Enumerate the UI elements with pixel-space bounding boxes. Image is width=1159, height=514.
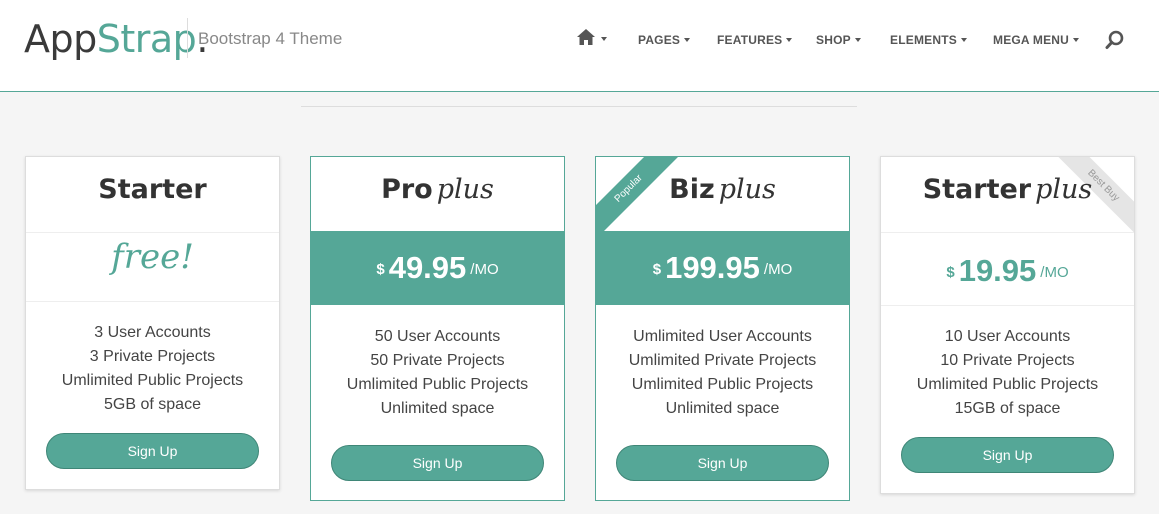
price-period: /MO xyxy=(763,261,793,278)
sign-up-button[interactable]: Sign Up xyxy=(331,445,544,481)
feature-item: 5GB of space xyxy=(104,396,201,413)
nav-label: SHOP xyxy=(816,33,851,47)
feature-list: Umlimited User Accounts Umlimited Privat… xyxy=(596,325,849,421)
price-band: $49.95/MO xyxy=(311,231,564,305)
feature-item: 3 User Accounts xyxy=(94,324,211,341)
chevron-down-icon xyxy=(684,37,691,42)
nav-item-shop[interactable]: SHOP xyxy=(816,33,861,47)
plan-name: Pro xyxy=(381,174,433,205)
section-divider xyxy=(301,106,857,107)
site-header: AppStrap. Bootstrap 4 Theme PAGES FEATUR… xyxy=(0,0,1159,92)
plan-title: Starter plus xyxy=(881,174,1134,205)
nav-item-mega-menu[interactable]: MEGA MENU xyxy=(993,33,1080,47)
price-currency: $ xyxy=(652,261,662,278)
plan-title: Starter xyxy=(26,174,279,205)
feature-item: 10 Private Projects xyxy=(940,352,1075,369)
chevron-down-icon xyxy=(601,37,607,41)
plan-title: Pro plus xyxy=(311,174,564,205)
price-block: $19.95/MO xyxy=(881,247,1134,295)
sign-up-button[interactable]: Sign Up xyxy=(616,445,829,481)
feature-list: 10 User Accounts 10 Private Projects Uml… xyxy=(881,325,1134,421)
feature-item: 50 Private Projects xyxy=(370,352,505,369)
feature-item: Umlimited Public Projects xyxy=(346,376,529,393)
nav-label: MEGA MENU xyxy=(993,33,1070,47)
nav-label: FEATURES xyxy=(717,33,783,47)
price-period: /MO xyxy=(470,261,499,278)
nav-home[interactable] xyxy=(576,28,612,48)
price-amount: 199.95 xyxy=(665,250,760,285)
feature-item: Umlimited Public Projects xyxy=(916,376,1099,393)
feature-list: 3 User Accounts 3 Private Projects Umlim… xyxy=(26,321,279,417)
price-band: $199.95/MO xyxy=(596,231,849,305)
price-amount: 19.95 xyxy=(958,253,1037,288)
nav-item-features[interactable]: FEATURES xyxy=(717,33,793,47)
search-icon xyxy=(1105,30,1124,49)
nav-item-pages[interactable]: PAGES xyxy=(638,33,691,47)
feature-item: Umlimited Public Projects xyxy=(631,376,814,393)
plan-plus: plus xyxy=(436,174,494,205)
price-currency: $ xyxy=(376,261,385,278)
divider xyxy=(881,232,1134,233)
feature-item: Unlimited space xyxy=(665,400,780,417)
chevron-down-icon xyxy=(854,37,861,42)
feature-item: Umlimited Public Projects xyxy=(61,372,244,389)
sign-up-button[interactable]: Sign Up xyxy=(46,433,259,469)
nav-label: PAGES xyxy=(638,33,681,47)
feature-item: 10 User Accounts xyxy=(944,328,1071,345)
plan-title: Biz plus xyxy=(596,174,849,205)
home-icon xyxy=(577,29,595,45)
plan-name: Starter xyxy=(922,174,1032,205)
plan-price-free: free! xyxy=(111,237,194,277)
nav-item-elements[interactable]: ELEMENTS xyxy=(890,33,967,47)
chevron-down-icon xyxy=(960,37,967,42)
feature-list: 50 User Accounts 50 Private Projects Uml… xyxy=(311,325,564,421)
pricing-card-starter-plus: Best Buy Starter plus $19.95/MO 10 User A… xyxy=(880,156,1135,494)
pricing-card-starter: Starter free! 3 User Accounts 3 Private … xyxy=(25,156,280,490)
plan-plus: plus xyxy=(1035,174,1093,205)
feature-item: Umlimited Private Projects xyxy=(628,352,817,369)
plan-plus: plus xyxy=(718,174,776,205)
divider xyxy=(881,305,1134,306)
feature-item: Umlimited User Accounts xyxy=(633,328,812,345)
feature-item: 3 Private Projects xyxy=(89,348,216,365)
main-nav: PAGES FEATURES SHOP ELEMENTS MEGA MENU xyxy=(0,0,1159,92)
nav-label: ELEMENTS xyxy=(890,33,957,47)
chevron-down-icon xyxy=(1073,37,1080,42)
pricing-card-pro: Pro plus $49.95/MO 50 User Accounts 50 Pr… xyxy=(310,156,565,501)
feature-item: 50 User Accounts xyxy=(374,328,501,345)
feature-item: 15GB of space xyxy=(954,400,1061,417)
pricing-card-biz: Popular Biz plus $199.95/MO Umlimited Use… xyxy=(595,156,850,501)
divider xyxy=(26,232,279,233)
price-amount: 49.95 xyxy=(388,250,467,285)
price-currency: $ xyxy=(946,264,955,281)
chevron-down-icon xyxy=(786,37,793,42)
price-period: /MO xyxy=(1040,264,1069,281)
plan-name: Starter xyxy=(98,174,207,205)
sign-up-button[interactable]: Sign Up xyxy=(901,437,1114,473)
search-button[interactable] xyxy=(1105,30,1125,50)
divider xyxy=(26,301,279,302)
plan-name: Biz xyxy=(669,174,715,205)
feature-item: Unlimited space xyxy=(380,400,495,417)
